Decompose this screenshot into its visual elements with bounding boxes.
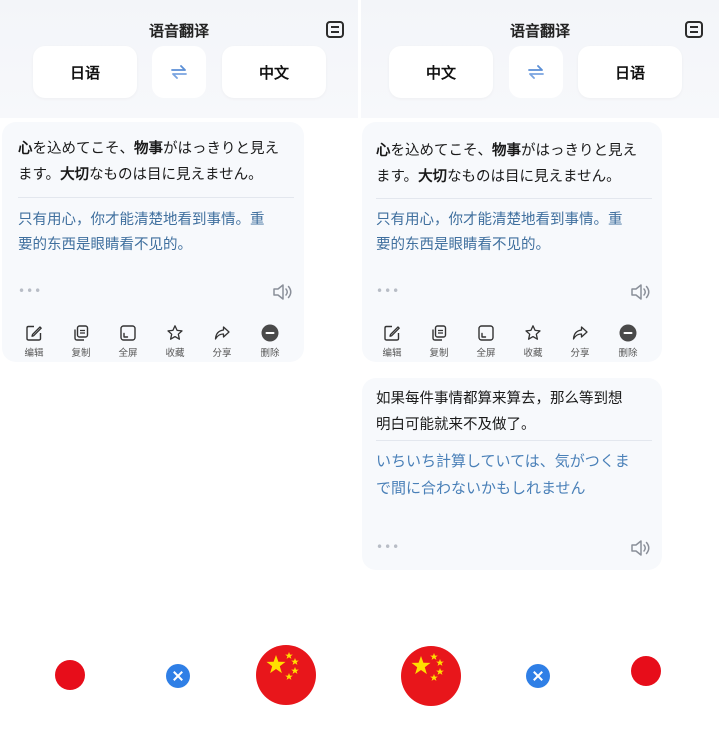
page-title: 语音翻译 bbox=[509, 22, 570, 40]
delete-icon bbox=[261, 324, 279, 342]
close-icon[interactable] bbox=[526, 664, 550, 688]
action-toolbar: 编辑 复制 全屏 收藏 分享 删除 bbox=[14, 324, 294, 364]
share-icon bbox=[213, 324, 231, 342]
right-screen: 语音翻译 中文 日语 心を込めてこそ、物事がはっきりと見え ます。大切なものは目… bbox=[361, 0, 719, 731]
copy-icon bbox=[430, 324, 448, 342]
divider bbox=[18, 197, 294, 198]
star-icon bbox=[524, 324, 542, 342]
share-button[interactable]: 分享 bbox=[560, 324, 600, 359]
source-text: 心を込めてこそ、物事がはっきりと見え ます。大切なものは目に見えません。 bbox=[376, 143, 637, 185]
delete-button[interactable]: 删除 bbox=[250, 324, 290, 359]
close-icon[interactable] bbox=[166, 664, 190, 688]
fullscreen-button[interactable]: 全屏 bbox=[466, 324, 506, 359]
target-language-button[interactable]: 中文 bbox=[222, 46, 326, 98]
list-menu-icon[interactable] bbox=[326, 21, 344, 38]
copy-button[interactable]: 复制 bbox=[419, 324, 459, 359]
fullscreen-icon bbox=[119, 324, 137, 342]
action-toolbar: 编辑 复制 全屏 收藏 分享 删除 bbox=[372, 324, 652, 364]
speaker-icon[interactable] bbox=[630, 283, 652, 301]
translation-card: 心を込めてこそ、物事がはっきりと見え ます。大切なものは目に見えません。 只有用… bbox=[362, 122, 662, 362]
china-flag-icon[interactable] bbox=[401, 646, 461, 706]
edit-button[interactable]: 编辑 bbox=[372, 324, 412, 359]
more-options-button[interactable]: ••• bbox=[376, 284, 400, 298]
speaker-icon[interactable] bbox=[272, 283, 294, 301]
page-title: 语音翻译 bbox=[148, 22, 209, 40]
translated-text: いちいち計算していては、気がつくま で間に合わないかもしれません bbox=[376, 452, 630, 497]
star-icon bbox=[166, 324, 184, 342]
source-language-button[interactable]: 中文 bbox=[389, 46, 493, 98]
translated-text: 只有用心，你才能清楚地看到事情。重 要的东西是眼睛看不见的。 bbox=[376, 212, 623, 253]
copy-button[interactable]: 复制 bbox=[61, 324, 101, 359]
divider bbox=[376, 440, 652, 441]
more-options-button[interactable]: ••• bbox=[376, 540, 400, 554]
share-icon bbox=[571, 324, 589, 342]
record-button[interactable] bbox=[631, 656, 661, 686]
translated-text: 只有用心，你才能清楚地看到事情。重 要的东西是眼睛看不见的。 bbox=[18, 212, 265, 253]
favorite-button[interactable]: 收藏 bbox=[513, 324, 553, 359]
source-text: 如果每件事情都算来算去，那么等到想 明白可能就来不及做了。 bbox=[376, 391, 623, 433]
source-text: 心を込めてこそ、物事がはっきりと見え ます。大切なものは目に見えません。 bbox=[18, 141, 279, 183]
swap-language-button[interactable] bbox=[509, 46, 563, 98]
list-menu-icon[interactable] bbox=[685, 21, 703, 38]
swap-language-button[interactable] bbox=[152, 46, 206, 98]
swap-arrows-icon bbox=[170, 65, 188, 79]
divider bbox=[376, 198, 652, 199]
source-language-button[interactable]: 日语 bbox=[33, 46, 137, 98]
record-button[interactable] bbox=[55, 660, 85, 690]
delete-button[interactable]: 删除 bbox=[608, 324, 648, 359]
delete-icon bbox=[619, 324, 637, 342]
copy-icon bbox=[72, 324, 90, 342]
share-button[interactable]: 分享 bbox=[202, 324, 242, 359]
swap-arrows-icon bbox=[527, 65, 545, 79]
fullscreen-button[interactable]: 全屏 bbox=[108, 324, 148, 359]
left-screen: 语音翻译 日语 中文 心を込めてこそ、物事がはっきりと見え ます。大切なものは目… bbox=[0, 0, 358, 731]
translation-card-2: 如果每件事情都算来算去，那么等到想 明白可能就来不及做了。 いちいち計算していて… bbox=[362, 378, 662, 570]
translation-card: 心を込めてこそ、物事がはっきりと見え ます。大切なものは目に見えません。 只有用… bbox=[2, 122, 304, 362]
favorite-button[interactable]: 收藏 bbox=[155, 324, 195, 359]
more-options-button[interactable]: ••• bbox=[18, 284, 42, 298]
edit-icon bbox=[25, 324, 43, 342]
edit-button[interactable]: 编辑 bbox=[14, 324, 54, 359]
edit-icon bbox=[383, 324, 401, 342]
fullscreen-icon bbox=[477, 324, 495, 342]
target-language-button[interactable]: 日语 bbox=[578, 46, 682, 98]
china-flag-icon[interactable] bbox=[256, 645, 316, 705]
speaker-icon[interactable] bbox=[630, 539, 652, 557]
